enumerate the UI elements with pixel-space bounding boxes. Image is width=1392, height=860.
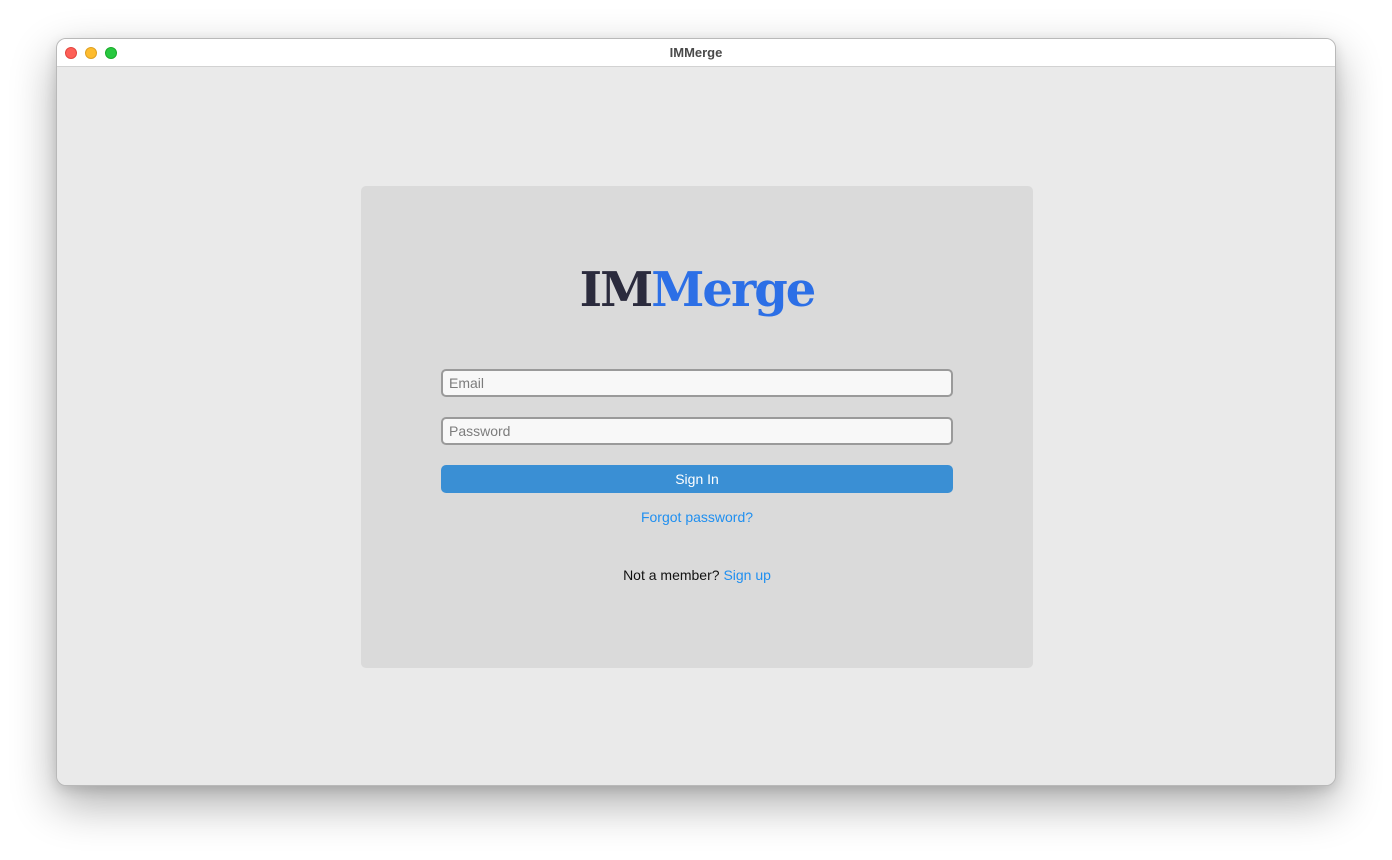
logo-text-dark: IM	[579, 262, 654, 318]
sign-up-link[interactable]: Sign up	[723, 567, 770, 583]
title-bar[interactable]: IMMerge	[57, 39, 1335, 67]
signup-row: Not a member? Sign up	[361, 567, 1033, 583]
main-content: IMMerge Sign In Forgot password? Not a m…	[57, 67, 1335, 785]
forgot-password-row: Forgot password?	[361, 509, 1033, 525]
email-field[interactable]	[441, 369, 953, 397]
forgot-password-link[interactable]: Forgot password?	[641, 509, 753, 525]
sign-in-button[interactable]: Sign In	[441, 465, 953, 493]
app-logo: IMMerge	[361, 258, 1033, 322]
window-title: IMMerge	[669, 45, 723, 60]
signup-prompt: Not a member?	[623, 567, 720, 583]
app-window: IMMerge IMMerge Sign In Forgot password?…	[56, 38, 1336, 786]
login-card: IMMerge Sign In Forgot password? Not a m…	[361, 186, 1033, 668]
logo-text-blue: Merge	[651, 262, 816, 318]
desktop: IMMerge IMMerge Sign In Forgot password?…	[0, 0, 1392, 860]
password-field[interactable]	[441, 417, 953, 445]
